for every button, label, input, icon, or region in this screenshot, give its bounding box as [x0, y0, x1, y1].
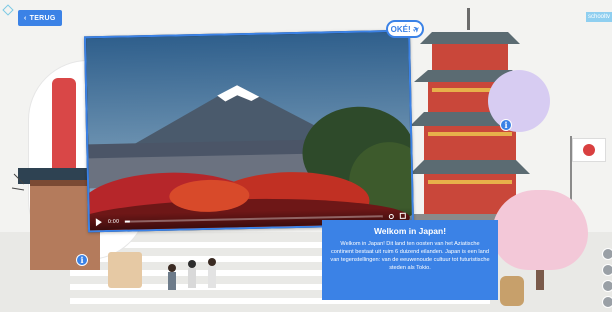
- back-button-label: TERUG: [29, 14, 56, 22]
- airplane-icon: ✈: [410, 23, 422, 35]
- info-card-body: Welkom in Japan! Dit land ten oosten van…: [330, 241, 490, 271]
- ninja-circle: [488, 70, 550, 132]
- info-card-title: Welkom in Japan!: [373, 226, 447, 236]
- food-cart: [108, 252, 142, 288]
- video-time: 0:00: [107, 218, 120, 225]
- chevron-left-icon: ‹: [24, 14, 27, 22]
- pedestrians: [168, 258, 216, 290]
- video-progress-fill: [125, 220, 131, 223]
- flag-sun: [583, 144, 595, 156]
- fullscreen-icon[interactable]: [399, 212, 406, 219]
- settings-icon[interactable]: [388, 213, 394, 219]
- tool-button[interactable]: [602, 280, 612, 292]
- info-card: Welkom in Japan! Welkom in Japan! Dit la…: [322, 220, 498, 300]
- info-icon[interactable]: i: [500, 119, 512, 131]
- logo[interactable]: schooltv: [586, 12, 612, 22]
- ok-badge[interactable]: OKÉ! ✈: [386, 20, 424, 38]
- video-frame-image: [86, 31, 415, 233]
- tool-button[interactable]: [602, 264, 612, 276]
- play-icon[interactable]: [95, 218, 102, 227]
- deco-lines: [11, 173, 25, 191]
- tool-button[interactable]: [602, 296, 612, 308]
- side-tools: [602, 248, 612, 308]
- video-player[interactable]: 0:00: [83, 29, 415, 233]
- cherry-blossom-tree: [492, 190, 588, 270]
- info-icon[interactable]: i: [76, 254, 88, 266]
- deer: [500, 276, 524, 306]
- back-button[interactable]: ‹ TERUG: [18, 10, 62, 26]
- tool-button[interactable]: [602, 248, 612, 260]
- ok-badge-label: OKÉ!: [390, 24, 411, 34]
